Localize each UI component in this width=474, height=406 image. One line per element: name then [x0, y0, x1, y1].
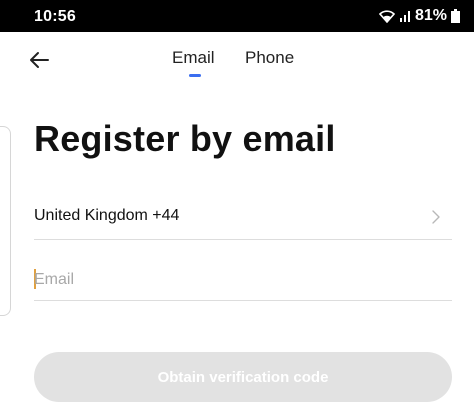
tab-phone[interactable]: Phone	[245, 48, 294, 68]
status-bar: 10:56 81%	[0, 0, 474, 32]
email-field[interactable]	[34, 267, 444, 293]
country-selector[interactable]: United Kingdom +44	[34, 197, 452, 240]
battery-percent: 81%	[414, 7, 447, 24]
status-icons: 81%	[378, 7, 460, 25]
email-row	[34, 259, 452, 301]
page-title: Register by email	[34, 118, 336, 159]
wifi-icon	[378, 9, 395, 23]
side-edge-handle	[0, 126, 11, 316]
country-label: United Kingdom +44	[34, 207, 180, 224]
tab-selected-indicator	[189, 74, 201, 77]
battery-icon	[451, 9, 460, 23]
tab-bar: Email Phone	[0, 48, 474, 78]
obtain-verification-code-button[interactable]: Obtain verification code	[34, 352, 452, 402]
tab-email[interactable]: Email	[172, 48, 215, 68]
status-time: 10:56	[34, 8, 76, 25]
signal-icon	[399, 10, 411, 22]
chevron-right-icon	[430, 209, 442, 225]
